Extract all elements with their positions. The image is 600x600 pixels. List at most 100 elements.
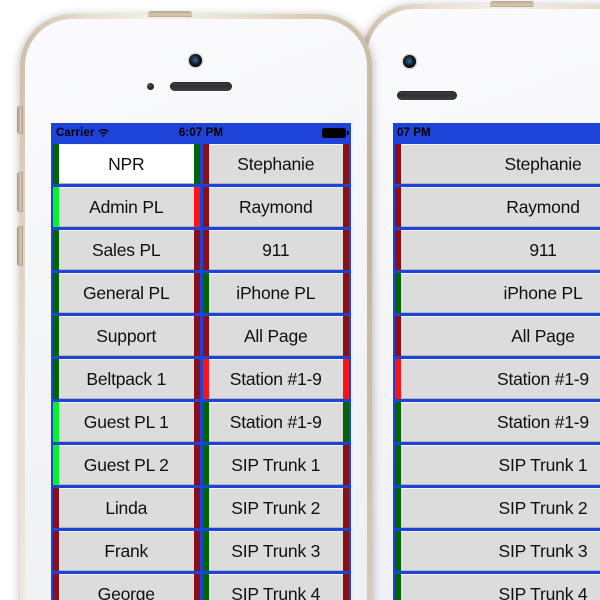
call-button-label: Beltpack 1 [59, 359, 194, 399]
call-button[interactable]: Frank [53, 531, 200, 571]
call-button-label: George [59, 574, 194, 600]
call-button-label: SIP Trunk 2 [401, 488, 600, 528]
call-button-grid-secondary: Stephanie Raymond 911 iPhone PL All Page Stat… [393, 142, 600, 600]
proximity-sensor-icon [147, 83, 154, 90]
call-button[interactable]: George [53, 574, 200, 600]
call-button-label: All Page [401, 316, 600, 356]
status-bar-right-indicator [343, 488, 349, 528]
call-button[interactable]: SIP Trunk 1 [202, 445, 349, 485]
call-button-label: SIP Trunk 3 [401, 531, 600, 571]
call-button[interactable]: SIP Trunk 2 [395, 488, 600, 528]
status-bar-right-indicator [343, 230, 349, 270]
call-button[interactable]: Linda [53, 488, 200, 528]
status-bar-right-indicator [193, 316, 200, 356]
call-button[interactable]: NPR [53, 144, 200, 184]
call-button[interactable]: Guest PL 1 [53, 402, 200, 442]
wifi-icon [98, 129, 110, 138]
status-bar-right-indicator [343, 402, 349, 442]
call-button[interactable]: Guest PL 2 [53, 445, 200, 485]
status-bar-right-indicator [343, 445, 349, 485]
phone-bezel-primary: Carrier 6:07 PM NPR Admin PL Sales PL Gener… [25, 19, 367, 600]
call-button-label: Linda [59, 488, 194, 528]
call-button[interactable]: 911 [395, 230, 600, 270]
call-button-label: 911 [401, 230, 600, 270]
status-bar-right-indicator [343, 574, 349, 600]
call-button-label: Station #1-9 [401, 402, 600, 442]
column-left: NPR Admin PL Sales PL General PL Support Belt… [53, 144, 200, 600]
mute-switch[interactable] [17, 106, 23, 134]
status-bar-right-indicator [193, 445, 200, 485]
call-button[interactable]: Admin PL [53, 187, 200, 227]
call-button[interactable]: iPhone PL [202, 273, 349, 313]
status-bar-right-indicator [193, 187, 200, 227]
call-button[interactable]: General PL [53, 273, 200, 313]
status-bar-primary: Carrier 6:07 PM [51, 123, 351, 142]
column-right-clipped: Stephanie Raymond 911 iPhone PL All Page Stat… [395, 144, 600, 600]
call-button[interactable]: Raymond [395, 187, 600, 227]
call-button[interactable]: SIP Trunk 4 [202, 574, 349, 600]
call-button[interactable]: Station #1-9 [395, 359, 600, 399]
call-button[interactable]: SIP Trunk 2 [202, 488, 349, 528]
call-button[interactable]: Raymond [202, 187, 349, 227]
power-button-secondary[interactable] [490, 1, 534, 7]
call-button-label: SIP Trunk 2 [208, 488, 343, 528]
call-button-label: iPhone PL [401, 273, 600, 313]
phone-device-primary: Carrier 6:07 PM NPR Admin PL Sales PL Gener… [17, 11, 372, 600]
status-bar-right-indicator [193, 531, 200, 571]
power-button-primary[interactable] [148, 11, 192, 17]
call-button[interactable]: Stephanie [202, 144, 349, 184]
earpiece-speaker [170, 82, 232, 91]
call-button[interactable]: Stephanie [395, 144, 600, 184]
call-button[interactable]: SIP Trunk 4 [395, 574, 600, 600]
call-button-label: Frank [59, 531, 194, 571]
status-bar-right-indicator [193, 488, 200, 528]
status-bar-right-indicator [343, 316, 349, 356]
call-button[interactable]: All Page [202, 316, 349, 356]
column-right: Stephanie Raymond 911 iPhone PL All Page Stat… [202, 144, 349, 600]
call-button-label: SIP Trunk 4 [208, 574, 343, 600]
call-button[interactable]: Station #1-9 [202, 359, 349, 399]
status-bar-right-indicator [193, 144, 200, 184]
call-button[interactable]: Sales PL [53, 230, 200, 270]
front-camera-icon [189, 54, 202, 67]
status-bar-right-indicator [343, 359, 349, 399]
status-bar-right-indicator [343, 531, 349, 571]
call-button[interactable]: iPhone PL [395, 273, 600, 313]
carrier-label: Carrier [56, 126, 95, 139]
call-button-label: Stephanie [401, 144, 600, 184]
call-button[interactable]: All Page [395, 316, 600, 356]
call-button-label: SIP Trunk 1 [401, 445, 600, 485]
call-button-label: Support [59, 316, 194, 356]
call-button[interactable]: SIP Trunk 3 [395, 531, 600, 571]
call-button-label: Guest PL 2 [59, 445, 194, 485]
call-button[interactable]: SIP Trunk 3 [202, 531, 349, 571]
call-button-label: NPR [59, 144, 194, 184]
call-button-grid-primary: NPR Admin PL Sales PL General PL Support Belt… [51, 142, 351, 600]
call-button-label: SIP Trunk 3 [208, 531, 343, 571]
status-bar-carrier-group: Carrier [56, 127, 110, 139]
call-button[interactable]: 911 [202, 230, 349, 270]
status-bar-clock-secondary: 07 PM [397, 126, 431, 139]
call-button[interactable]: Station #1-9 [395, 402, 600, 442]
call-button[interactable]: Station #1-9 [202, 402, 349, 442]
phone-screen-primary: Carrier 6:07 PM NPR Admin PL Sales PL Gener… [51, 123, 351, 600]
call-button[interactable]: Beltpack 1 [53, 359, 200, 399]
call-button-label: iPhone PL [208, 273, 343, 313]
call-button[interactable]: SIP Trunk 1 [395, 445, 600, 485]
call-button[interactable]: Support [53, 316, 200, 356]
front-camera-icon [403, 55, 416, 68]
earpiece-speaker [397, 91, 457, 100]
volume-down-button[interactable] [17, 226, 23, 266]
status-bar-right-indicator [343, 187, 349, 227]
call-button-label: All Page [208, 316, 343, 356]
call-button-label: Station #1-9 [208, 359, 343, 399]
call-button-label: Raymond [208, 187, 343, 227]
status-bar-right-indicator [193, 273, 200, 313]
status-bar-right-indicator [193, 359, 200, 399]
call-button-label: Stephanie [208, 144, 343, 184]
volume-up-button[interactable] [17, 172, 23, 212]
phone-screen-secondary: 07 PM Stephanie Raymond 911 iPhone PL All Pa… [393, 123, 600, 600]
status-bar-right-indicator [343, 273, 349, 313]
status-bar-secondary: 07 PM [393, 123, 600, 142]
screenshot-canvas: 07 PM Stephanie Raymond 911 iPhone PL All Pa… [0, 0, 600, 600]
